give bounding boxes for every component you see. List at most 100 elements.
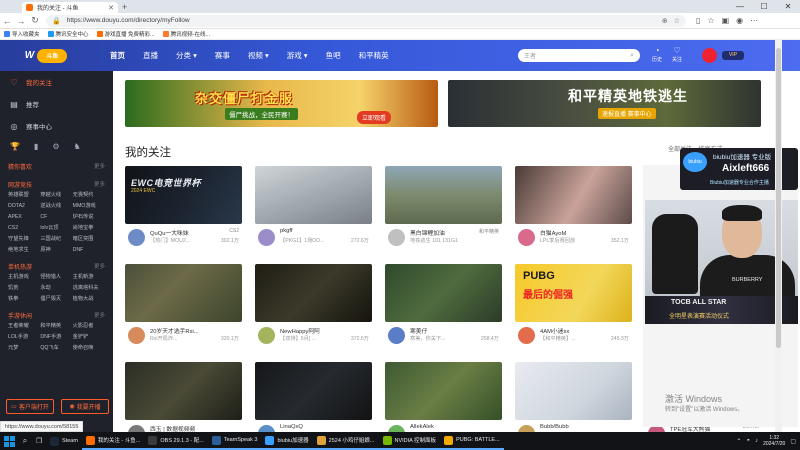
category-link[interactable]: 铁拳: [8, 295, 40, 304]
streamer-avatar[interactable]: [518, 229, 535, 246]
category-link[interactable]: 无畏契约: [73, 191, 105, 200]
stream-thumbnail[interactable]: [515, 166, 632, 224]
stream-card[interactable]: pkgff 【PKG1】1场DO... 272.6万: [255, 166, 372, 256]
maximize-icon[interactable]: ☐: [752, 0, 776, 13]
stream-thumbnail[interactable]: [255, 362, 372, 420]
category-link[interactable]: 绝地求生: [8, 246, 40, 255]
taskbar-search-icon[interactable]: ⌕: [18, 436, 32, 446]
streamer-name[interactable]: pkgff: [280, 228, 342, 234]
shield-icon[interactable]: ♞: [74, 142, 81, 151]
new-tab-icon[interactable]: +: [122, 2, 127, 12]
stream-card[interactable]: 寒美仔 寒美，你关下... 258.4万: [385, 264, 502, 354]
notification-icon[interactable]: ▢: [790, 438, 796, 445]
category-link[interactable]: 逃离塔科夫: [73, 284, 105, 293]
banner-zombie[interactable]: 杂交僵尸打金服 僵尸挑战，全民开赛！ 立即观看: [125, 80, 438, 127]
category-link[interactable]: 英雄联盟: [8, 191, 40, 200]
zoom-icon[interactable]: ⊕: [662, 17, 668, 25]
stream-thumbnail[interactable]: [385, 362, 502, 420]
taskbar-app[interactable]: TeamSpeak 3: [207, 432, 262, 450]
search-input[interactable]: 王者: [524, 51, 630, 60]
streamer-name[interactable]: 白猫AyoM: [540, 228, 602, 237]
search-icon[interactable]: ⌕: [630, 52, 634, 60]
streamer-name[interactable]: 4AM小迷xx: [540, 326, 602, 335]
category-link[interactable]: 和平精英: [40, 322, 72, 331]
taskbar-app[interactable]: OBS 29.1.3 - 配...: [144, 432, 208, 450]
vip-badge[interactable]: VIP: [722, 51, 744, 60]
category-link[interactable]: DOTA2: [8, 202, 40, 211]
taskbar-app[interactable]: 2524 小鸡仔姐娘...: [312, 432, 379, 450]
section-more-link[interactable]: 更多: [94, 262, 105, 270]
bookmark-item[interactable]: 游戏直播 免费精彩...: [96, 30, 155, 38]
taskbar-app[interactable]: NVIDIA 控制面板: [378, 432, 441, 450]
category-link[interactable]: 僵尸毁灭: [40, 295, 72, 304]
site-logo[interactable]: W 斗鱼: [0, 40, 92, 71]
category-link[interactable]: 金铲铲: [73, 333, 105, 342]
start-live-button[interactable]: ◉ 我要开播: [61, 399, 109, 414]
user-avatar[interactable]: [702, 48, 717, 63]
stream-thumbnail[interactable]: EWC电竞世界杯2024 EWC: [125, 166, 242, 224]
streamer-avatar[interactable]: [388, 327, 405, 344]
streamer-avatar[interactable]: [388, 425, 405, 432]
open-client-button[interactable]: ▭ 客户端打开: [6, 399, 54, 414]
tab-close-icon[interactable]: ✕: [108, 4, 114, 12]
streamer-avatar[interactable]: [258, 425, 275, 432]
url-field[interactable]: 🔒 https://www.douyu.com/directory/myFoll…: [46, 14, 686, 27]
nav-peace-elite[interactable]: 和平精英: [359, 50, 389, 61]
split-view-icon[interactable]: ▯: [696, 16, 700, 25]
stream-card[interactable]: 20岁天才选手Rxi... Rxi开局炸... 320.1万: [125, 264, 242, 354]
category-link[interactable]: 火影忍者: [73, 322, 105, 331]
category-link[interactable]: LOL手游: [8, 333, 40, 342]
nav-yuba[interactable]: 鱼吧: [326, 50, 341, 61]
taskbar-app[interactable]: Steam: [46, 432, 82, 450]
category-link[interactable]: lolv云顶: [40, 224, 72, 233]
task-view-icon[interactable]: ❐: [32, 437, 46, 445]
nav-category[interactable]: 分类 ▾: [176, 50, 197, 61]
category-link[interactable]: APEX: [8, 213, 40, 222]
search-box[interactable]: 王者 ⌕: [518, 49, 640, 62]
nav-video[interactable]: 视频 ▾: [248, 50, 269, 61]
streamer-name[interactable]: QuQu一大咪妹: [150, 228, 212, 237]
network-icon[interactable]: ◓: [746, 438, 750, 444]
streamer-name[interactable]: NewHappy阿阿: [280, 326, 342, 335]
streamer-avatar[interactable]: [388, 229, 405, 246]
nav-events[interactable]: 赛事: [215, 50, 230, 61]
stream-thumbnail[interactable]: [255, 264, 372, 322]
streamer-avatar[interactable]: [518, 327, 535, 344]
back-icon[interactable]: ←: [0, 16, 14, 26]
category-link[interactable]: 尚地宝拳: [73, 224, 105, 233]
stream-thumbnail[interactable]: [385, 166, 502, 224]
collections-icon[interactable]: ▣: [722, 16, 730, 25]
taskbar-app[interactable]: 我的关注 - 斗鱼...: [81, 432, 145, 450]
tray-chevron-icon[interactable]: ⌃: [736, 438, 741, 445]
bookmark-item[interactable]: 腾讯安全中心: [47, 30, 89, 38]
stream-card[interactable]: EWC电竞世界杯 2024 EWC QuQu一大咪妹 CS2 【热门】MOU2... 30…: [125, 166, 242, 256]
nav-home[interactable]: 首页: [110, 50, 125, 61]
stream-thumbnail[interactable]: [385, 264, 502, 322]
category-link[interactable]: 暗区突围: [73, 235, 105, 244]
streamer-name[interactable]: 黑白锦鲤加油: [410, 228, 472, 237]
favorites-icon[interactable]: ☆: [707, 16, 714, 25]
taskbar-app[interactable]: PUBG: BATTLE...: [440, 432, 504, 450]
streamer-name[interactable]: Bubb/Bubb: [540, 424, 602, 430]
streamer-name[interactable]: LinaQsQ: [280, 424, 342, 430]
section-more-link[interactable]: 更多: [94, 180, 105, 188]
nav-games[interactable]: 游戏 ▾: [287, 50, 308, 61]
volume-icon[interactable]: ♪: [755, 438, 758, 444]
sidebar-item-events[interactable]: ◎ 赛事中心: [0, 115, 113, 137]
category-link[interactable]: 元梦: [8, 344, 40, 353]
streamer-name[interactable]: 20岁天才选手Rxi...: [150, 326, 212, 335]
stream-thumbnail[interactable]: [255, 166, 372, 224]
category-link[interactable]: DNF手游: [40, 333, 72, 342]
star-icon[interactable]: ☆: [674, 17, 680, 25]
page-scrollbar[interactable]: [775, 40, 782, 432]
category-link[interactable]: 饥荒: [8, 284, 40, 293]
stream-card[interactable]: AllekAlek: [385, 362, 502, 432]
stream-thumbnail[interactable]: PUBG 最后的倔强: [515, 264, 632, 322]
category-link[interactable]: 使命召唤: [73, 344, 105, 353]
forward-icon[interactable]: →: [14, 16, 28, 26]
stream-card[interactable]: PUBG 最后的倔强 4AM小迷xx 【和平精英】... 245.3万: [515, 264, 632, 354]
sidebar-item-recommend[interactable]: ▤ 推荐: [0, 93, 113, 115]
streamer-name[interactable]: 西玉 | 数据视频频: [150, 424, 212, 432]
stream-card[interactable]: LinaQsQ: [255, 362, 372, 432]
stream-thumbnail[interactable]: [125, 362, 242, 420]
